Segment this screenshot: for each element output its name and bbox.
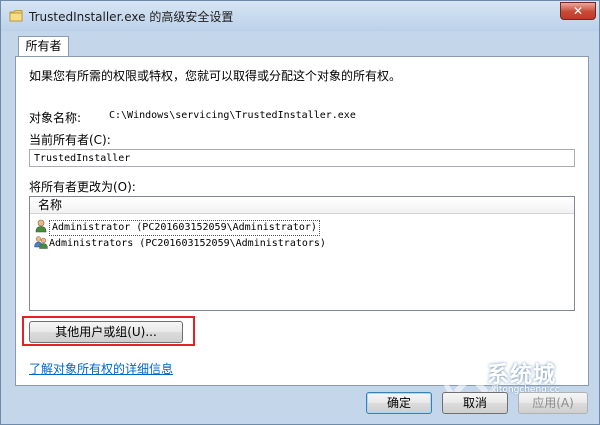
list-column-header[interactable]: 名称: [30, 197, 574, 214]
title-bar[interactable]: TrustedInstaller.exe 的高级安全设置: [1, 1, 599, 31]
window-title: TrustedInstaller.exe 的高级安全设置: [29, 10, 234, 24]
list-item-label: Administrators (PC201603152059\Administr…: [49, 238, 326, 249]
instruction-text: 如果您有所需的权限或特权，您就可以取得或分配这个对象的所有权。: [29, 69, 402, 83]
cancel-button[interactable]: 取消: [442, 392, 508, 414]
owner-candidates-list[interactable]: 名称 Administrator (PC201603152059\Adminis…: [29, 196, 575, 311]
group-icon: [34, 236, 48, 249]
apply-button[interactable]: 应用(A): [518, 392, 588, 414]
object-name-label: 对象名称:: [29, 111, 82, 125]
tab-owner[interactable]: 所有者: [18, 36, 69, 57]
folder-icon: [9, 10, 23, 22]
highlight-box: [22, 316, 195, 346]
ok-button[interactable]: 确定: [366, 392, 432, 414]
dialog-window: TrustedInstaller.exe 的高级安全设置 ✕ 所有者 如果您有所…: [0, 0, 600, 425]
list-item[interactable]: Administrators (PC201603152059\Administr…: [34, 235, 326, 250]
current-owner-field[interactable]: TrustedInstaller: [29, 149, 575, 167]
list-item-label: Administrator (PC201603152059\Administra…: [49, 220, 320, 236]
learn-ownership-link[interactable]: 了解对象所有权的详细信息: [29, 360, 173, 377]
current-owner-label: 当前所有者(C):: [29, 133, 111, 147]
close-button[interactable]: ✕: [560, 2, 596, 20]
list-item[interactable]: Administrator (PC201603152059\Administra…: [34, 219, 320, 236]
change-owner-label: 将所有者更改为(O):: [29, 180, 136, 194]
user-icon: [35, 219, 47, 233]
object-name-value: C:\Windows\servicing\TrustedInstaller.ex…: [109, 110, 356, 121]
